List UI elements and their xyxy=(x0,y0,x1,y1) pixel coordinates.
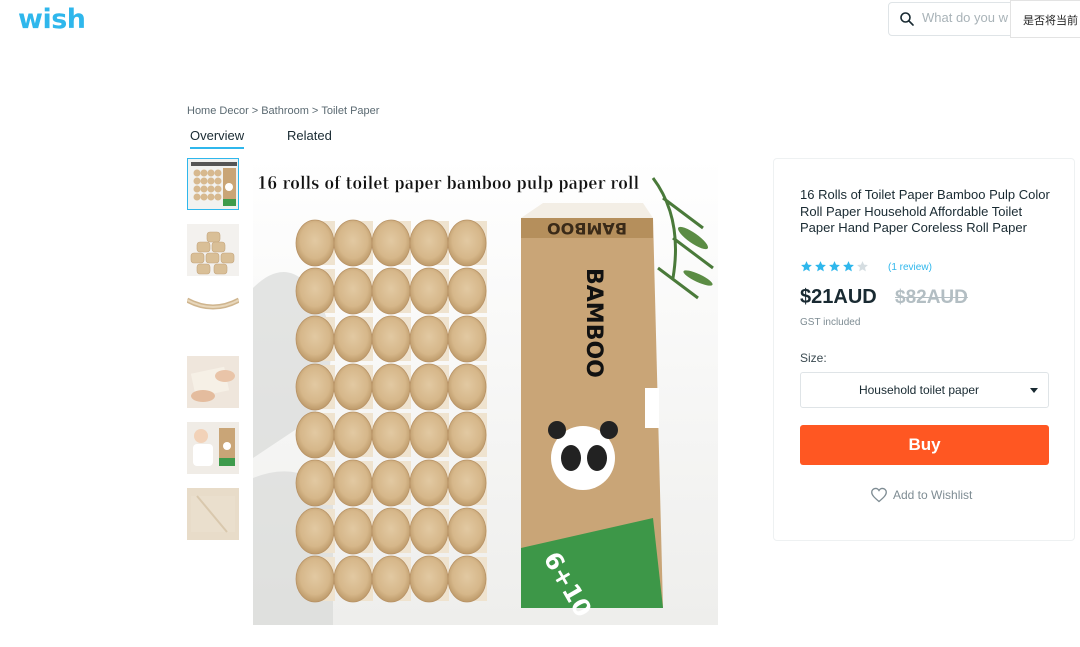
breadcrumb-toilet-paper[interactable]: Toilet Paper xyxy=(321,105,379,117)
translate-popup[interactable]: 是否将当前 xyxy=(1010,0,1080,38)
roll-face xyxy=(333,219,373,267)
roll-face xyxy=(333,363,373,411)
tab-related[interactable]: Related xyxy=(287,128,332,147)
star-filled-icon xyxy=(815,261,826,272)
image-caption-text: 16 rolls of toilet paper bamboo pulp pap… xyxy=(257,173,639,194)
wishlist-label: Add to Wishlist xyxy=(893,488,973,502)
roll-face xyxy=(295,411,335,459)
tax-note: GST included xyxy=(800,317,861,328)
roll-face xyxy=(371,459,411,507)
product-image[interactable]: 16 rolls of toilet paper bamboo pulp pap… xyxy=(253,158,718,625)
star-empty-icon xyxy=(857,261,868,272)
breadcrumb-separator: > xyxy=(251,105,259,117)
rating-stars xyxy=(800,260,869,273)
thumbnail-6[interactable] xyxy=(187,488,239,540)
thumbnail-4[interactable] xyxy=(187,356,239,408)
wish-logo[interactable]: wish xyxy=(18,4,86,35)
roll-face xyxy=(295,507,335,555)
add-to-wishlist-button[interactable]: Add to Wishlist xyxy=(870,487,972,503)
roll-face xyxy=(371,411,411,459)
original-price: $82AUD xyxy=(895,287,968,308)
roll-face xyxy=(333,459,373,507)
search-input[interactable] xyxy=(922,10,1012,25)
roll-face xyxy=(295,555,335,603)
roll-face xyxy=(333,507,373,555)
thumbnail-1[interactable] xyxy=(187,158,239,210)
thumbnail-2[interactable] xyxy=(187,224,239,276)
roll-face xyxy=(409,363,449,411)
product-title: 16 Rolls of Toilet Paper Bamboo Pulp Col… xyxy=(800,187,1050,235)
roll-face xyxy=(409,315,449,363)
roll-face xyxy=(295,219,335,267)
roll-face xyxy=(447,555,487,603)
roll-face xyxy=(409,507,449,555)
roll-face xyxy=(409,411,449,459)
buy-button[interactable]: Buy xyxy=(800,425,1049,465)
breadcrumb-bathroom[interactable]: Bathroom xyxy=(261,105,309,117)
roll-face xyxy=(295,459,335,507)
search-icon xyxy=(900,12,914,26)
roll-face xyxy=(447,219,487,267)
size-select-value: Household toilet paper xyxy=(858,383,980,397)
size-select[interactable]: Household toilet paper xyxy=(800,372,1049,408)
roll-face xyxy=(409,459,449,507)
roll-face xyxy=(447,363,487,411)
chevron-down-icon xyxy=(1030,388,1038,393)
roll-face xyxy=(409,219,449,267)
reviews-link[interactable]: (1 review) xyxy=(888,262,932,273)
roll-face xyxy=(371,507,411,555)
roll-face xyxy=(295,267,335,315)
product-card: 16 Rolls of Toilet Paper Bamboo Pulp Col… xyxy=(773,158,1075,541)
roll-face xyxy=(371,267,411,315)
roll-face xyxy=(333,411,373,459)
roll-face xyxy=(333,267,373,315)
thumbnail-3[interactable] xyxy=(187,278,239,330)
tab-overview[interactable]: Overview xyxy=(190,128,245,149)
roll-face xyxy=(333,315,373,363)
roll-face xyxy=(447,411,487,459)
roll-face xyxy=(333,555,373,603)
roll-face xyxy=(409,555,449,603)
package-top-brand: BAMBOO xyxy=(547,219,627,238)
roll-face xyxy=(371,555,411,603)
star-filled-icon xyxy=(801,261,812,272)
roll-face xyxy=(409,267,449,315)
breadcrumb: Home Decor > Bathroom > Toilet Paper xyxy=(187,105,379,117)
bamboo-package: BAMBOO BAMBOO 6+10 xyxy=(521,203,663,622)
breadcrumb-separator: > xyxy=(311,105,319,117)
thumbnail-5[interactable] xyxy=(187,422,239,474)
roll-face xyxy=(447,315,487,363)
package-brand-text: BAMBOO xyxy=(581,268,606,378)
roll-face xyxy=(371,219,411,267)
roll-face xyxy=(371,315,411,363)
roll-face xyxy=(371,363,411,411)
star-filled-icon xyxy=(843,261,854,272)
roll-face xyxy=(295,315,335,363)
star-filled-icon xyxy=(829,261,840,272)
roll-face xyxy=(447,459,487,507)
size-label: Size: xyxy=(800,351,827,365)
breadcrumb-home-decor[interactable]: Home Decor xyxy=(187,105,249,117)
roll-face xyxy=(447,507,487,555)
heart-icon xyxy=(871,487,887,503)
price: $21AUD xyxy=(800,286,877,308)
roll-face xyxy=(295,363,335,411)
roll-face xyxy=(447,267,487,315)
